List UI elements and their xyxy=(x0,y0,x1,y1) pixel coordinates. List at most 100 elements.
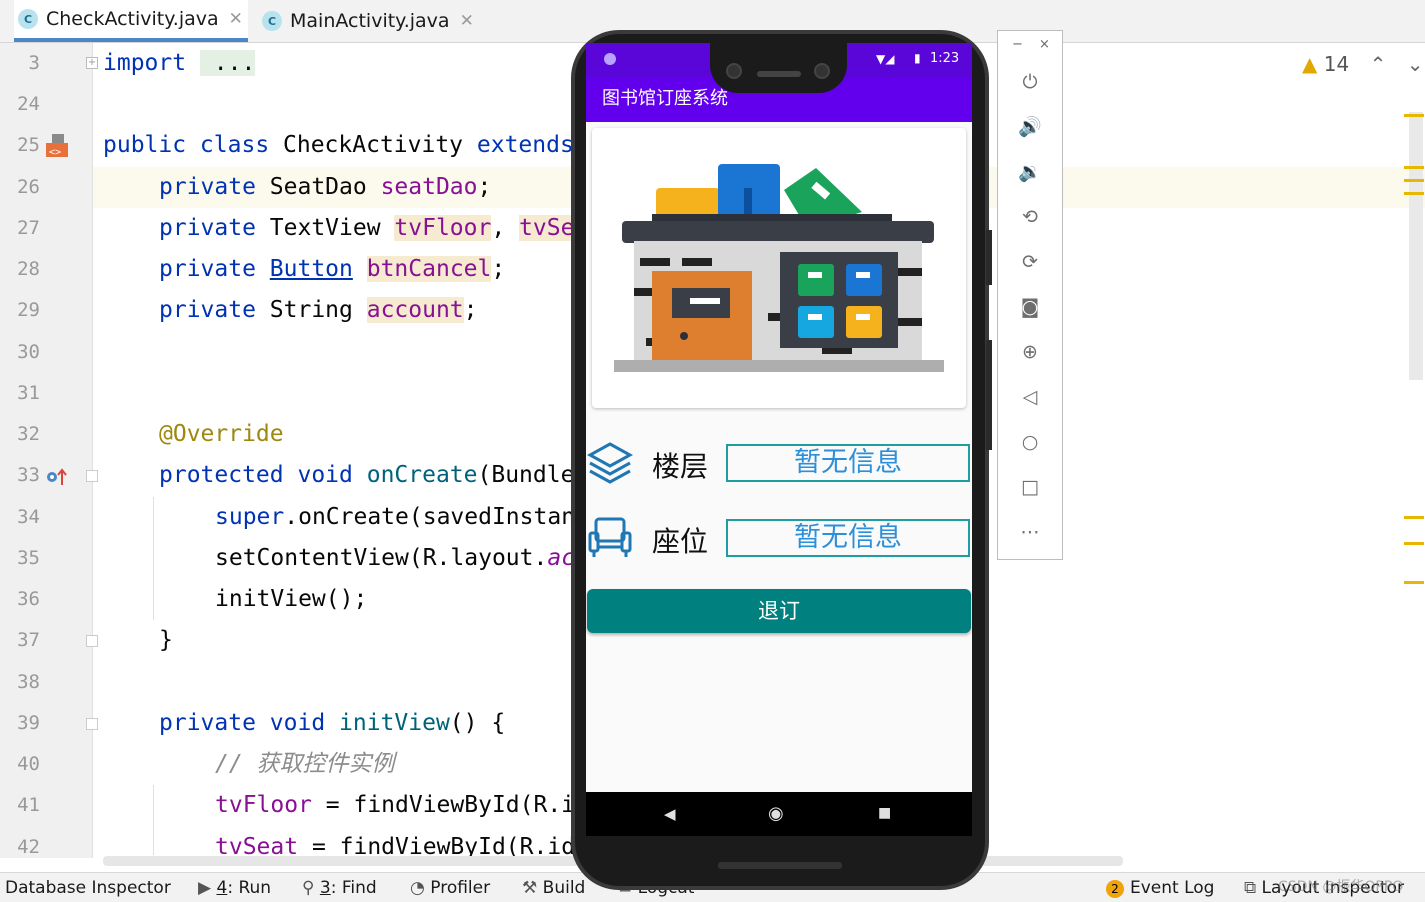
bookshelf-illustration xyxy=(614,164,944,372)
code-line: private TextView tvFloor, tvSe xyxy=(159,215,573,241)
indent-guide xyxy=(153,497,154,620)
event-log-button[interactable]: 2 Event Log xyxy=(1106,878,1214,898)
clock: 1:23 xyxy=(930,51,960,66)
tab-checkactivity[interactable]: C CheckActivity.java ✕ xyxy=(14,0,248,42)
layout-file-icon[interactable]: <> xyxy=(44,133,70,159)
class-icon: C xyxy=(262,11,282,31)
phone-side-button xyxy=(986,340,992,450)
volume-down-icon[interactable]: 🔉 xyxy=(1016,158,1044,186)
floor-label: 楼层 xyxy=(652,450,709,483)
front-camera-icon xyxy=(814,63,830,79)
line-number: 38 xyxy=(17,671,40,693)
warning-marker[interactable] xyxy=(1404,114,1424,117)
notification-dot-icon xyxy=(604,53,616,65)
run-icon: ▶ xyxy=(198,878,212,898)
profiler-icon: ◔ xyxy=(410,878,425,898)
tab-label: CheckActivity.java xyxy=(46,8,219,30)
code-line: setContentView(R.layout.ac xyxy=(215,545,573,571)
code-line: private void initView() { xyxy=(159,710,506,736)
database-inspector-button[interactable]: Database Inspector xyxy=(5,878,171,898)
library-image-card xyxy=(592,128,966,408)
close-icon[interactable]: ✕ xyxy=(229,9,243,29)
code-line: @Override xyxy=(159,421,284,447)
front-camera-icon xyxy=(726,63,742,79)
watermark: CSDN @振华OPPO xyxy=(1278,879,1404,895)
line-number: 37 xyxy=(17,629,40,651)
indent-guide xyxy=(153,785,154,855)
code-line: public class CheckActivity extends xyxy=(103,132,573,158)
line-number: 24 xyxy=(17,93,40,115)
warning-count: 14 xyxy=(1323,52,1350,76)
override-icon[interactable] xyxy=(44,465,68,489)
volume-up-icon[interactable]: 🔊 xyxy=(1016,113,1044,141)
warning-marker[interactable] xyxy=(1404,192,1424,195)
layout-inspector-icon: ⧉ xyxy=(1244,878,1257,898)
back-icon[interactable]: ◁ xyxy=(1016,383,1044,411)
inspection-widget[interactable]: ▲ 14 ⌃ ⌄ xyxy=(1302,52,1423,76)
code-line: } xyxy=(159,627,173,653)
line-number: 26 xyxy=(17,176,40,198)
close-icon[interactable]: ✕ xyxy=(460,11,474,31)
code-line: private String account; xyxy=(159,297,478,323)
zoom-icon[interactable]: ⊕ xyxy=(1016,338,1044,366)
home-icon[interactable]: ◉ xyxy=(768,803,784,824)
more-icon[interactable]: ⋯ xyxy=(1016,518,1044,546)
vertical-scrollbar[interactable] xyxy=(1409,112,1423,380)
chevron-up-icon[interactable]: ⌃ xyxy=(1370,52,1387,76)
warning-marker[interactable] xyxy=(1404,516,1424,519)
code-line: // 获取控件实例 xyxy=(215,751,395,777)
profiler-button[interactable]: ◔ Profiler xyxy=(410,878,490,898)
fold-toggle-icon[interactable] xyxy=(86,635,98,647)
phone-screen[interactable]: ▼◢ ▮ 1:23 图书馆订座系统 楼层 暂无信息 座位 暂无信息 退订 ◀ ◉… xyxy=(586,43,972,836)
overview-icon[interactable]: □ xyxy=(1016,473,1044,501)
code-line: private SeatDao seatDao; xyxy=(159,174,492,200)
hammer-icon: ⚒ xyxy=(522,878,538,898)
power-icon[interactable]: ⏻ xyxy=(1016,68,1044,96)
tab-mainactivity[interactable]: C MainActivity.java ✕ xyxy=(262,0,482,42)
wifi-icon: ▼◢ xyxy=(876,52,895,66)
fold-toggle-icon[interactable] xyxy=(86,470,98,482)
back-icon[interactable]: ◀ xyxy=(664,805,676,823)
warning-marker[interactable] xyxy=(1404,166,1424,169)
line-number: 27 xyxy=(17,217,40,239)
rotate-left-icon[interactable]: ⟲ xyxy=(1016,203,1044,231)
warning-marker[interactable] xyxy=(1404,179,1424,182)
code-line: protected void onCreate(Bundle xyxy=(159,462,573,488)
speaker-grille xyxy=(757,71,801,77)
line-number: 28 xyxy=(17,258,40,280)
code-line: initView(); xyxy=(215,586,368,612)
line-number: 31 xyxy=(17,382,40,404)
line-number: 35 xyxy=(17,547,40,569)
floor-value: 暂无信息 xyxy=(726,444,970,482)
code-editor[interactable]: import ... public class CheckActivity ex… xyxy=(103,43,573,858)
seat-value: 暂无信息 xyxy=(726,519,970,557)
emulator-toolbar: − × ⏻ 🔊 🔉 ⟲ ⟳ ◙ ⊕ ◁ ○ □ ⋯ xyxy=(997,30,1063,560)
chevron-down-icon[interactable]: ⌄ xyxy=(1407,52,1424,76)
fold-toggle-icon[interactable]: + xyxy=(86,57,98,69)
warning-marker[interactable] xyxy=(1404,542,1424,545)
line-number: 41 xyxy=(17,794,40,816)
close-button[interactable]: × xyxy=(1039,37,1050,52)
fold-toggle-icon[interactable] xyxy=(86,718,98,730)
code-line: super.onCreate(savedInstan xyxy=(215,504,573,530)
event-count-badge: 2 xyxy=(1106,880,1124,898)
line-number: 33 xyxy=(17,464,40,486)
cancel-reservation-button[interactable]: 退订 xyxy=(587,589,971,633)
warning-marker[interactable] xyxy=(1404,581,1424,584)
home-icon[interactable]: ○ xyxy=(1016,428,1044,456)
line-number: 39 xyxy=(17,712,40,734)
minimize-button[interactable]: − xyxy=(1012,37,1023,52)
line-number: 32 xyxy=(17,423,40,445)
code-line: tvFloor = findViewById(R.i xyxy=(215,792,573,818)
warning-icon: ▲ xyxy=(1302,52,1318,76)
run-button[interactable]: ▶ 4: Run xyxy=(198,878,271,898)
overview-icon[interactable]: ■ xyxy=(878,805,891,821)
rotate-right-icon[interactable]: ⟳ xyxy=(1016,248,1044,276)
code-line: import ... xyxy=(103,50,256,76)
tab-label: MainActivity.java xyxy=(290,10,450,32)
svg-text:<>: <> xyxy=(49,147,61,158)
camera-icon[interactable]: ◙ xyxy=(1016,293,1044,321)
seat-icon xyxy=(588,517,632,557)
find-button[interactable]: ⚲ 3: Find xyxy=(302,878,377,898)
build-button[interactable]: ⚒ Build xyxy=(522,878,585,898)
